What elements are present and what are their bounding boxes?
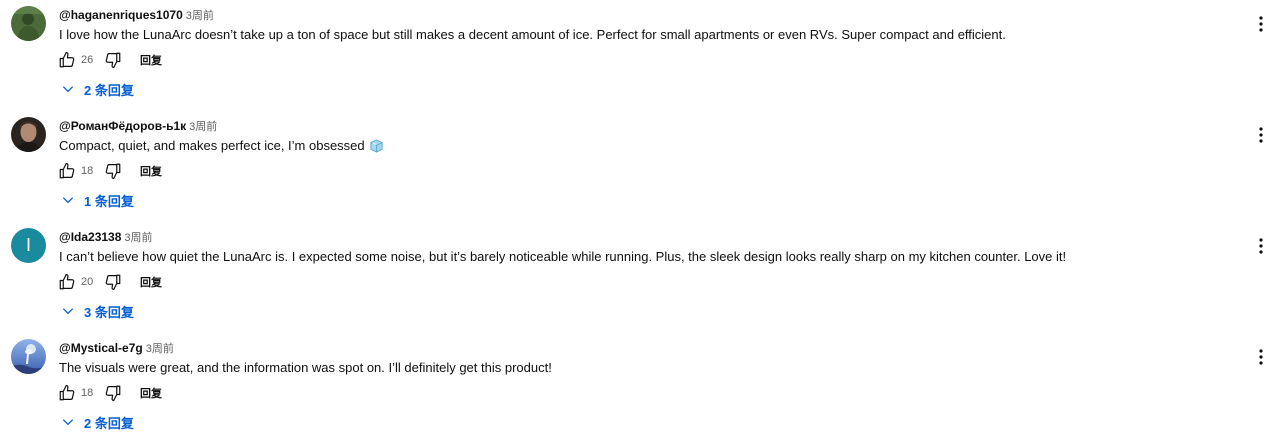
like-count: 18 <box>81 165 94 177</box>
like-button[interactable] <box>56 160 78 182</box>
thumbs-up-icon <box>59 384 75 401</box>
comment-header: @Mystical-e7g 3周前 <box>59 341 174 356</box>
comment-toolbar: 18 回复 <box>56 377 162 409</box>
comment-toolbar: 20 回复 <box>56 266 162 298</box>
author-name[interactable]: @haganenriques1070 <box>59 8 183 22</box>
author-name[interactable]: @Ida23138 <box>59 230 121 244</box>
reply-button[interactable]: 回复 <box>140 52 162 68</box>
view-replies-button[interactable]: 2 条回复 <box>61 412 134 432</box>
dislike-button[interactable] <box>102 382 124 404</box>
reply-button[interactable]: 回复 <box>140 274 162 290</box>
thumbs-down-icon <box>105 385 121 402</box>
comment-time[interactable]: 3周前 <box>124 232 152 244</box>
thumbs-up-icon <box>59 273 75 290</box>
like-button[interactable] <box>56 49 78 71</box>
ice-cube-icon <box>369 138 384 157</box>
comment-toolbar: 18 回复 <box>56 155 162 187</box>
comment-text: The visuals were great, and the informat… <box>59 360 552 375</box>
more-vert-icon <box>1259 127 1263 143</box>
like-count: 20 <box>81 276 94 288</box>
thumbs-down-icon <box>105 52 121 69</box>
avatar[interactable]: I <box>11 228 46 263</box>
comment-thread: I @Ida23138 3周前 I can’t believe how quiet… <box>0 222 1280 333</box>
thumbs-up-icon <box>59 51 75 68</box>
avatar-letter: I <box>25 235 31 255</box>
comment-thread: @РоманФёдоров-ь1к 3周前 Compact, quiet, and… <box>0 111 1280 222</box>
author-name[interactable]: @РоманФёдоров-ь1к <box>59 119 186 133</box>
more-vert-icon <box>1259 349 1263 365</box>
action-menu-button[interactable] <box>1253 347 1269 367</box>
like-count: 18 <box>81 387 94 399</box>
comment-header: @Ida23138 3周前 <box>59 230 153 245</box>
view-replies-button[interactable]: 3 条回复 <box>61 301 134 321</box>
view-replies-button[interactable]: 2 条回复 <box>61 79 134 99</box>
avatar[interactable] <box>11 117 46 152</box>
thumbs-up-icon <box>59 162 75 179</box>
action-menu-button[interactable] <box>1253 14 1269 34</box>
thumbs-down-icon <box>105 163 121 180</box>
comment-thread: @Mystical-e7g 3周前 The visuals were great,… <box>0 333 1280 444</box>
chevron-down-icon <box>62 86 74 93</box>
action-menu-button[interactable] <box>1253 236 1269 256</box>
replies-label: 2 条回复 <box>84 415 134 431</box>
view-replies-button[interactable]: 1 条回复 <box>61 190 134 210</box>
dislike-button[interactable] <box>102 49 124 71</box>
replies-label: 2 条回复 <box>84 82 134 98</box>
replies-label: 3 条回复 <box>84 304 134 320</box>
comment-thread: @haganenriques1070 3周前 I love how the Lun… <box>0 0 1280 111</box>
avatar[interactable] <box>11 339 46 374</box>
chevron-down-icon <box>62 419 74 426</box>
more-vert-icon <box>1259 238 1263 254</box>
comment-text: I love how the LunaArc doesn’t take up a… <box>59 27 1006 42</box>
like-button[interactable] <box>56 271 78 293</box>
like-button[interactable] <box>56 382 78 404</box>
dislike-button[interactable] <box>102 160 124 182</box>
comment-toolbar: 26 回复 <box>56 44 162 76</box>
chevron-down-icon <box>62 197 74 204</box>
comment-time[interactable]: 3周前 <box>189 121 217 133</box>
reply-button[interactable]: 回复 <box>140 163 162 179</box>
comment-text: I can’t believe how quiet the LunaArc is… <box>59 249 1067 264</box>
avatar[interactable] <box>11 6 46 41</box>
chevron-down-icon <box>62 308 74 315</box>
action-menu-button[interactable] <box>1253 125 1269 145</box>
author-name[interactable]: @Mystical-e7g <box>59 341 143 355</box>
comment-text-body: Compact, quiet, and makes perfect ice, I… <box>59 138 365 153</box>
more-vert-icon <box>1259 16 1263 32</box>
comment-header: @haganenriques1070 3周前 <box>59 8 214 23</box>
reply-button[interactable]: 回复 <box>140 385 162 401</box>
comment-time[interactable]: 3周前 <box>146 343 174 355</box>
thumbs-down-icon <box>105 274 121 291</box>
comment-header: @РоманФёдоров-ь1к 3周前 <box>59 119 217 134</box>
comment-time[interactable]: 3周前 <box>186 10 214 22</box>
replies-label: 1 条回复 <box>84 193 134 209</box>
like-count: 26 <box>81 54 94 66</box>
dislike-button[interactable] <box>102 271 124 293</box>
